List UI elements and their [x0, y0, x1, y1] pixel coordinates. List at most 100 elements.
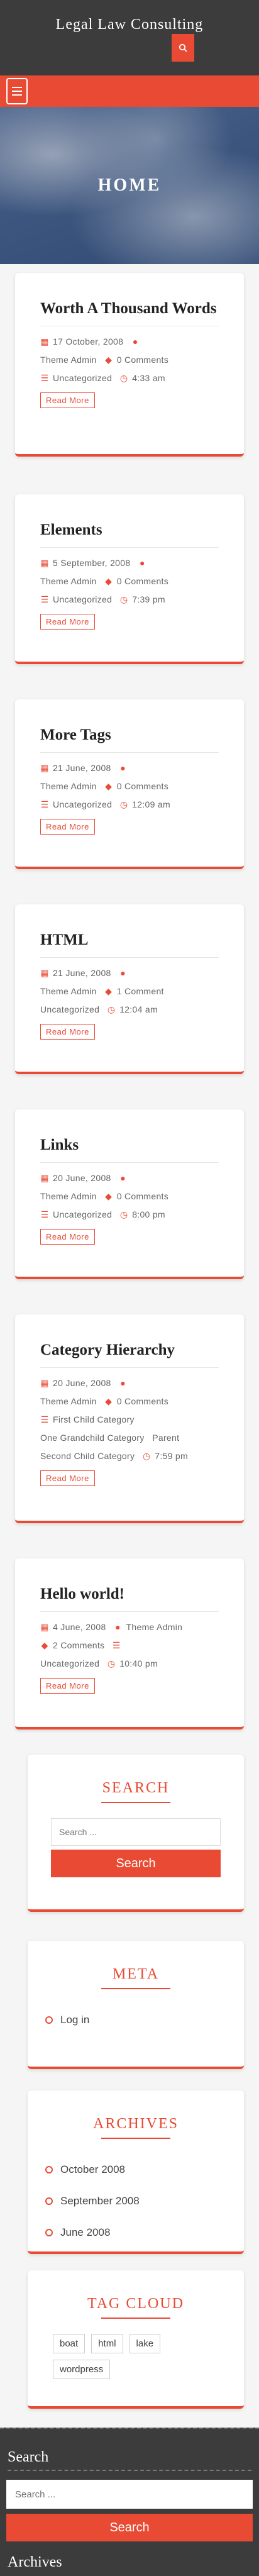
post-category[interactable]: Uncategorized — [40, 1004, 99, 1014]
post-category[interactable]: Uncategorized — [53, 799, 112, 809]
post-time: 10:40 pm — [119, 1658, 158, 1668]
post-author[interactable]: Theme Admin — [40, 781, 97, 791]
list-item[interactable]: September 2008 — [44, 2185, 228, 2217]
post-title[interactable]: Elements — [40, 521, 219, 548]
post-category[interactable]: Uncategorized — [53, 373, 112, 383]
comments-icon: ◆ — [105, 355, 113, 365]
post-title[interactable]: Worth A Thousand Words — [40, 299, 219, 326]
post-author[interactable]: Theme Admin — [40, 1191, 97, 1201]
post-category[interactable]: One Grandchild Category — [40, 1433, 145, 1443]
read-more-button[interactable]: Read More — [40, 1229, 95, 1245]
clock-icon: ◷ — [119, 373, 128, 383]
list-item[interactable]: June 2008 — [44, 2217, 228, 2248]
read-more-button[interactable]: Read More — [40, 1024, 95, 1040]
read-more-button[interactable]: Read More — [40, 614, 95, 630]
read-more-button[interactable]: Read More — [40, 392, 95, 408]
footer-search-title: Search — [8, 2449, 49, 2465]
archives-widget: ARCHIVES October 2008 September 2008 Jun… — [28, 2090, 244, 2254]
page-title: HOME — [97, 175, 162, 195]
post-comments[interactable]: 0 Comments — [117, 781, 168, 791]
post-time: 7:59 pm — [155, 1451, 188, 1461]
bullet-icon — [45, 2016, 53, 2024]
user-icon: ● — [120, 968, 126, 978]
list-item[interactable]: October 2008 — [44, 2154, 228, 2185]
list-icon: ☰ — [40, 1209, 49, 1219]
footer-search-input[interactable] — [6, 2480, 253, 2509]
site-title[interactable]: Legal Law Consulting — [0, 0, 259, 33]
footer-search-button[interactable]: Search — [6, 2514, 253, 2541]
post-time: 4:33 am — [132, 373, 165, 383]
menu-toggle-button[interactable] — [6, 78, 28, 104]
tag-link[interactable]: boat — [53, 2334, 85, 2353]
post-category[interactable]: Second Child Category — [40, 1451, 135, 1461]
post-category[interactable]: Uncategorized — [53, 1209, 112, 1219]
post-date[interactable]: 17 October, 2008 — [53, 336, 123, 347]
nav-bar — [0, 75, 259, 107]
post-title[interactable]: Category Hierarchy — [40, 1341, 219, 1368]
post-date[interactable]: 5 September, 2008 — [53, 558, 130, 568]
title-divider — [101, 1988, 170, 1989]
post-comments[interactable]: 2 Comments — [53, 1640, 104, 1650]
post-time: 7:39 pm — [132, 594, 165, 604]
list-icon: ☰ — [112, 1640, 121, 1650]
tag-list: boat html lake wordpress — [44, 2334, 228, 2379]
user-icon: ● — [140, 558, 145, 568]
tag-link[interactable]: lake — [129, 2334, 161, 2353]
list-item[interactable]: Log in — [44, 2004, 228, 2036]
post-date[interactable]: 4 June, 2008 — [53, 1622, 106, 1632]
read-more-button[interactable]: Read More — [40, 1470, 95, 1486]
post-card: Category Hierarchy ▦ 20 June, 2008 ● Theme… — [15, 1314, 244, 1523]
clock-icon: ◷ — [143, 1451, 151, 1461]
search-input[interactable] — [51, 1818, 221, 1846]
post-category[interactable]: Uncategorized — [53, 594, 112, 604]
post-comments[interactable]: 0 Comments — [117, 1191, 168, 1201]
comments-icon: ◆ — [105, 1191, 113, 1201]
hamburger-icon — [12, 87, 22, 88]
search-icon — [179, 43, 187, 52]
clock-icon: ◷ — [107, 1004, 116, 1014]
post-author[interactable]: Theme Admin — [40, 355, 97, 365]
title-divider — [101, 1802, 170, 1803]
post-comments[interactable]: 0 Comments — [117, 1396, 168, 1406]
post-comments[interactable]: 1 Comment — [117, 986, 164, 996]
post-card: Links ▦ 20 June, 2008 ● Theme Admin ◆ 0 Comm… — [15, 1109, 244, 1279]
post-author[interactable]: Theme Admin — [40, 576, 97, 586]
search-widget: SEARCH Search — [28, 1755, 244, 1912]
post-comments[interactable]: 0 Comments — [117, 576, 168, 586]
search-toggle-button[interactable] — [172, 34, 194, 62]
post-title[interactable]: Hello world! — [40, 1585, 219, 1612]
list-icon: ☰ — [40, 594, 49, 604]
post-category[interactable]: Uncategorized — [40, 1658, 99, 1668]
post-title[interactable]: More Tags — [40, 726, 219, 753]
search-button[interactable]: Search — [51, 1850, 221, 1877]
post-author[interactable]: Theme Admin — [40, 986, 97, 996]
post-title[interactable]: HTML — [40, 931, 219, 958]
meta-widget: META Log in — [28, 1941, 244, 2069]
post-time: 8:00 pm — [132, 1209, 165, 1219]
tag-cloud-widget: TAG CLOUD boat html lake wordpress — [28, 2270, 244, 2409]
tag-link[interactable]: wordpress — [53, 2360, 111, 2379]
clock-icon: ◷ — [119, 594, 128, 604]
comments-icon: ◆ — [105, 576, 113, 586]
hero-banner: HOME — [0, 107, 259, 264]
read-more-button[interactable]: Read More — [40, 819, 95, 835]
list-icon: ☰ — [40, 799, 49, 809]
post-date[interactable]: 21 June, 2008 — [53, 968, 111, 978]
post-author[interactable]: Theme Admin — [40, 1396, 97, 1406]
widget-title: SEARCH — [102, 1780, 170, 1796]
user-icon: ● — [120, 763, 126, 773]
post-category[interactable]: First Child Category — [53, 1414, 135, 1424]
post-author[interactable]: Theme Admin — [126, 1622, 183, 1632]
post-date[interactable]: 20 June, 2008 — [53, 1173, 111, 1183]
post-comments[interactable]: 0 Comments — [117, 355, 168, 365]
calendar-icon: ▦ — [40, 1173, 49, 1183]
title-divider — [101, 2138, 170, 2139]
post-date[interactable]: 20 June, 2008 — [53, 1378, 111, 1388]
clock-icon: ◷ — [119, 1209, 128, 1219]
read-more-button[interactable]: Read More — [40, 1678, 95, 1694]
post-title[interactable]: Links — [40, 1136, 219, 1163]
tag-link[interactable]: html — [91, 2334, 123, 2353]
post-category[interactable]: Parent — [152, 1433, 179, 1443]
bullet-icon — [45, 2197, 53, 2205]
post-date[interactable]: 21 June, 2008 — [53, 763, 111, 773]
